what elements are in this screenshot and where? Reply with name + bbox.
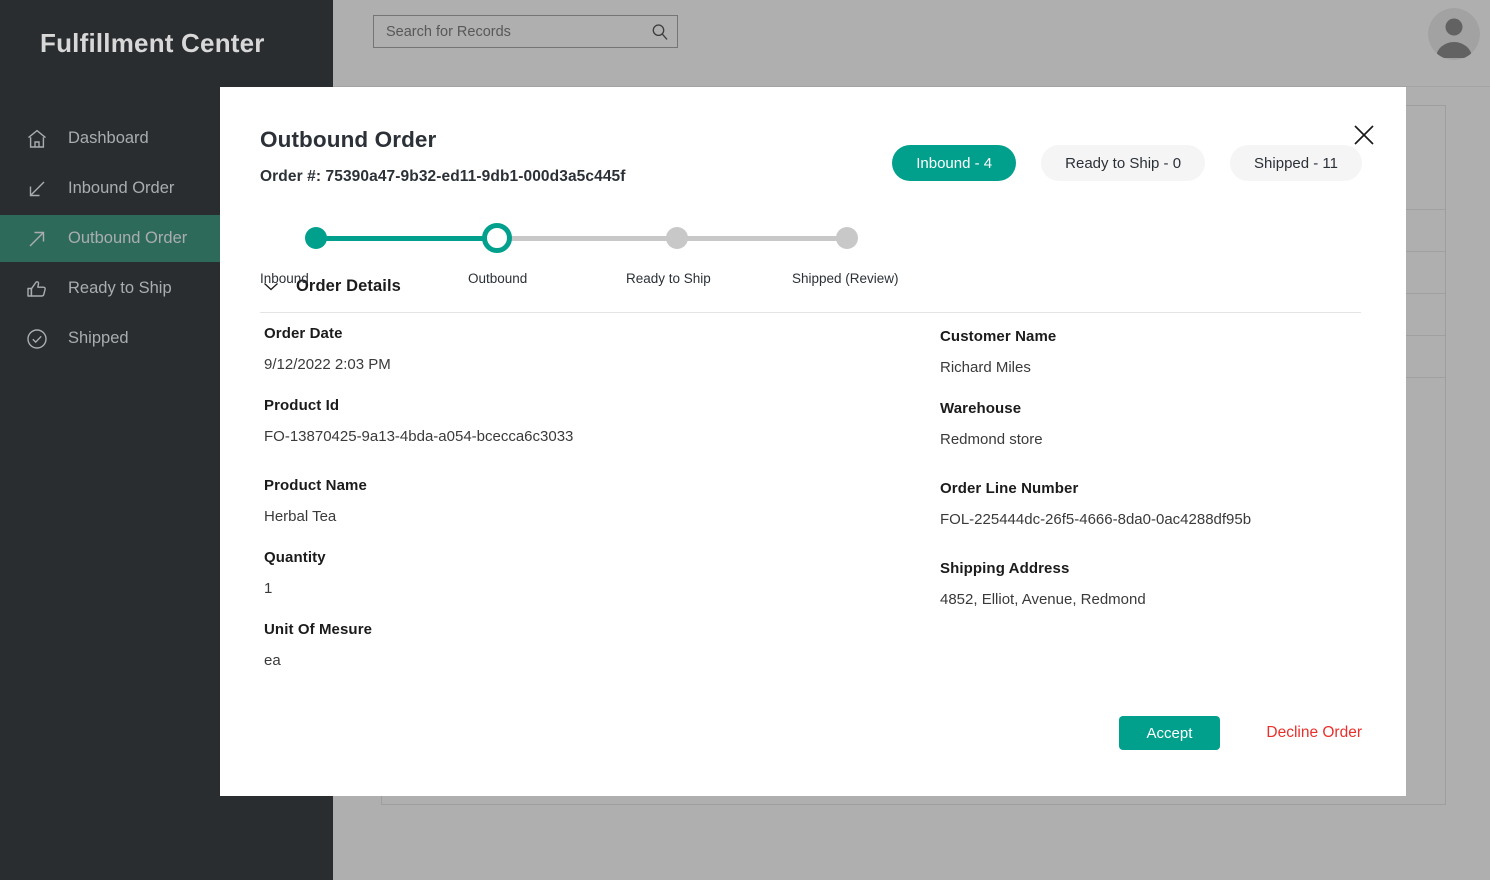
field-label: Quantity [264, 549, 326, 566]
outbound-order-modal: Outbound Order Order #: 75390a47-9b32-ed… [220, 87, 1406, 796]
stepper-line-segment [496, 236, 676, 241]
field-customer-name: Customer Name Richard Miles [940, 328, 1360, 376]
stepper-dot [666, 227, 688, 249]
status-pill-group: Inbound - 4 Ready to Ship - 0 Shipped - … [892, 145, 1362, 181]
app-brand-title: Fulfillment Center [40, 28, 265, 58]
field-product-name: Product Name Herbal Tea [264, 477, 940, 525]
field-label: Warehouse [940, 400, 1022, 417]
stepper-dot [305, 227, 327, 249]
field-label: Product Name [264, 477, 367, 494]
modal-action-bar: Accept Decline Order [1118, 716, 1362, 750]
stepper-line-segment [676, 236, 846, 241]
thumbs-up-icon [24, 276, 50, 302]
field-order-line-number: Order Line Number FOL-225444dc-26f5-4666… [940, 480, 1360, 528]
sidebar-item-label: Dashboard [68, 129, 149, 148]
stepper-label: Ready to Ship [626, 271, 711, 286]
order-details-left-column: Order Date 9/12/2022 2:03 PM Product Id … [260, 325, 940, 669]
field-shipping-address: Shipping Address 4852, Elliot, Avenue, R… [940, 560, 1360, 608]
sidebar-item-label: Shipped [68, 329, 129, 348]
field-quantity: Quantity 1 [264, 549, 940, 597]
order-progress-stepper: Inbound Outbound Ready to Ship Shipped (… [260, 216, 1090, 286]
stepper-node-inbound[interactable]: Inbound [260, 227, 327, 286]
field-value: 9/12/2022 2:03 PM [264, 356, 391, 373]
field-label: Unit Of Mesure [264, 621, 373, 638]
sidebar-item-label: Inbound Order [68, 179, 175, 198]
stepper-label: Shipped (Review) [792, 271, 899, 286]
stepper-dot [836, 227, 858, 249]
field-order-date: Order Date 9/12/2022 2:03 PM [264, 325, 940, 373]
sidebar-item-label: Outbound Order [68, 229, 188, 248]
field-unit-of-measure: Unit Of Mesure ea [264, 621, 940, 669]
field-value: Herbal Tea [264, 508, 337, 525]
field-value: 1 [264, 580, 273, 597]
field-value: ea [264, 652, 281, 669]
field-value: FO-13870425-9a13-4bda-a054-bcecca6c3033 [264, 428, 574, 445]
stepper-label: Inbound [260, 271, 309, 286]
field-product-id: Product Id FO-13870425-9a13-4bda-a054-bc… [264, 397, 940, 445]
field-label: Customer Name [940, 328, 1057, 345]
field-value: Redmond store [940, 431, 1043, 448]
stepper-node-outbound[interactable]: Outbound [468, 223, 527, 286]
order-details-right-column: Customer Name Richard Miles Warehouse Re… [940, 325, 1360, 669]
field-label: Order Date [264, 325, 343, 342]
check-circle-icon [24, 326, 50, 352]
arrow-up-right-icon [24, 226, 50, 252]
stepper-node-shipped[interactable]: Shipped (Review) [792, 227, 899, 286]
sidebar-item-label: Ready to Ship [68, 279, 172, 298]
status-pill-shipped[interactable]: Shipped - 11 [1230, 145, 1362, 181]
decline-order-button[interactable]: Decline Order [1266, 724, 1362, 742]
field-value: FOL-225444dc-26f5-4666-8da0-0ac4288df95b [940, 511, 1252, 528]
home-icon [24, 126, 50, 152]
field-label: Shipping Address [940, 560, 1070, 577]
stepper-line-segment [316, 236, 496, 241]
stepper-ring-current [482, 223, 512, 253]
section-divider [260, 312, 1361, 313]
order-details-title: Order Details [296, 276, 401, 295]
field-label: Product Id [264, 397, 340, 414]
field-value: Richard Miles [940, 359, 1031, 376]
app-root: Fulfillment Center Dashboard Inbound Ord… [0, 0, 1490, 880]
status-pill-ready-to-ship[interactable]: Ready to Ship - 0 [1041, 145, 1206, 181]
stepper-label: Outbound [468, 271, 528, 286]
order-details-grid: Order Date 9/12/2022 2:03 PM Product Id … [260, 325, 1362, 669]
accept-button[interactable]: Accept [1118, 716, 1221, 750]
arrow-down-left-icon [24, 176, 50, 202]
status-pill-inbound[interactable]: Inbound - 4 [892, 145, 1017, 181]
field-value: 4852, Elliot, Avenue, Redmond [940, 591, 1146, 608]
stepper-node-ready-to-ship[interactable]: Ready to Ship [626, 227, 711, 286]
field-warehouse: Warehouse Redmond store [940, 400, 1360, 448]
field-label: Order Line Number [940, 480, 1079, 497]
